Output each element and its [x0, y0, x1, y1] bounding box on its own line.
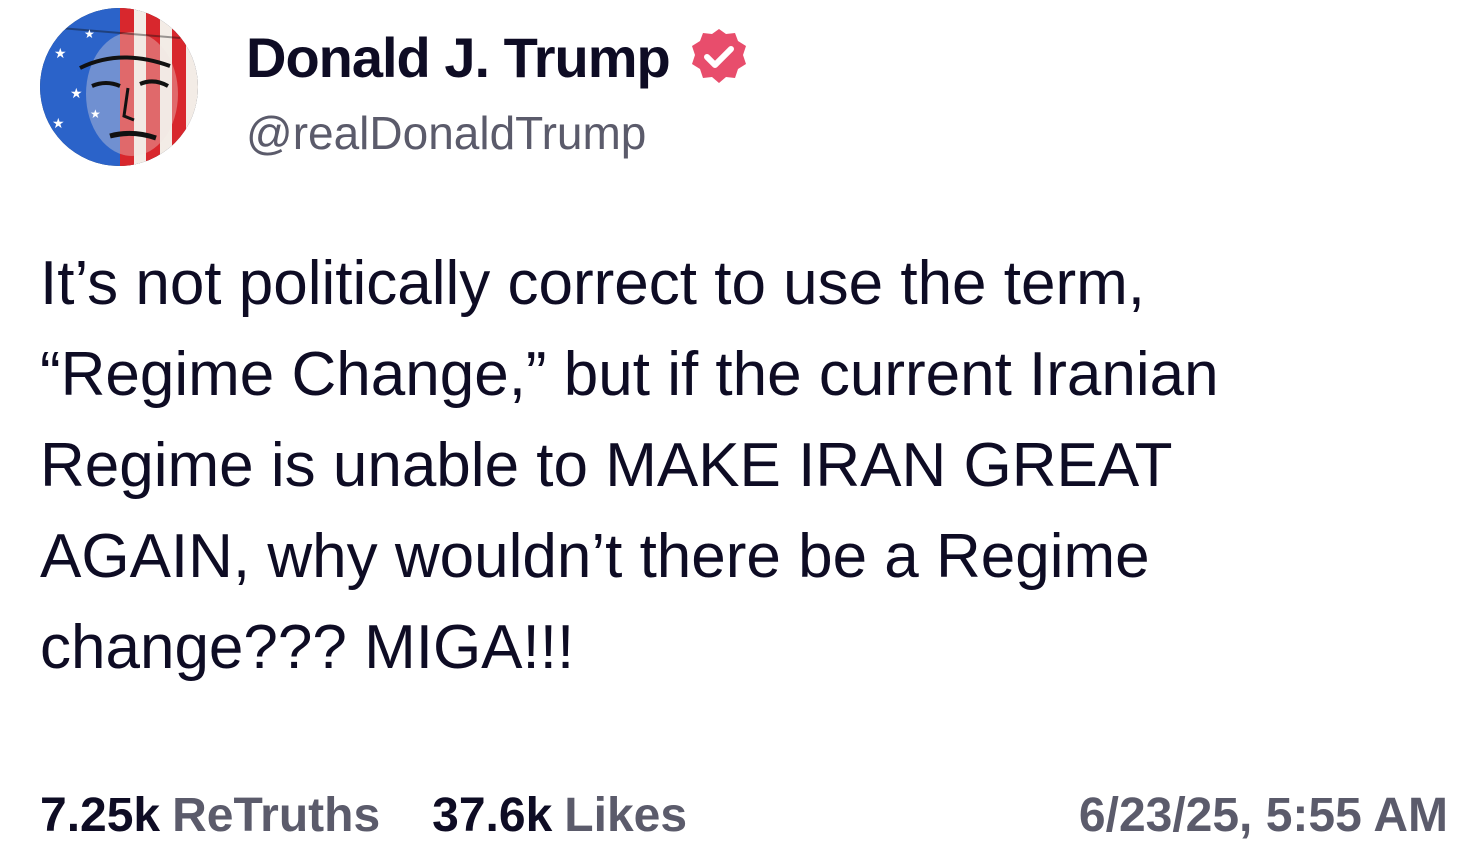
retruths-count: 7.25k — [40, 789, 161, 842]
author-display-name[interactable]: Donald J. Trump — [246, 25, 671, 90]
retruths-label: ReTruths — [172, 789, 381, 842]
svg-text:★: ★ — [52, 116, 65, 132]
likes-label: Likes — [564, 789, 688, 842]
author-name-row: Donald J. Trump — [246, 22, 750, 92]
avatar-image: ★ ★ ★ ★ ★ — [40, 8, 198, 166]
post-timestamp[interactable]: 6/23/25, 5:55 AM — [1079, 788, 1448, 843]
svg-text:★: ★ — [70, 86, 83, 102]
likes-stat[interactable]: 37.6k Likes — [432, 788, 687, 843]
post-stats: 7.25k ReTruths 37.6k Likes — [40, 788, 687, 843]
post-text: It’s not politically correct to use the … — [40, 249, 1219, 682]
svg-text:★: ★ — [90, 107, 101, 121]
retruths-stat[interactable]: 7.25k ReTruths — [40, 788, 380, 843]
verified-badge-icon — [691, 29, 746, 83]
post-card: ★ ★ ★ ★ ★ Donald J. Trump @realDonaldTru… — [0, 0, 1476, 844]
svg-text:★: ★ — [54, 46, 67, 62]
author-handle[interactable]: @realDonaldTrump — [246, 106, 646, 160]
likes-count: 37.6k — [432, 789, 553, 842]
author-avatar[interactable]: ★ ★ ★ ★ ★ — [40, 8, 198, 166]
svg-text:★: ★ — [84, 27, 95, 41]
